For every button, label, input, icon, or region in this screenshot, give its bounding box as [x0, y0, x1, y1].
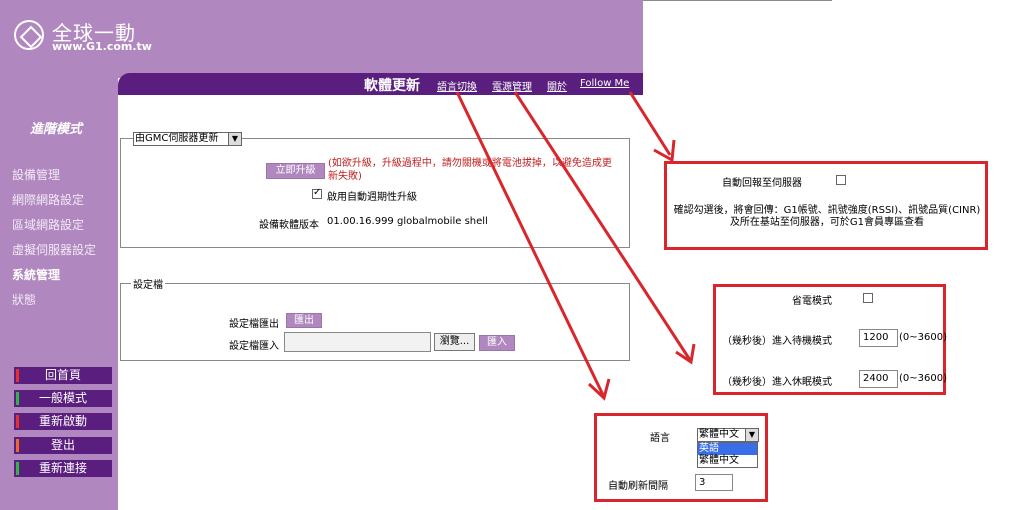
arrow-language [455, 91, 605, 396]
annotation-arrows [455, 91, 696, 401]
arrow-power [513, 91, 692, 361]
arrow-follow-me [628, 91, 672, 156]
arrow-group [455, 91, 696, 401]
